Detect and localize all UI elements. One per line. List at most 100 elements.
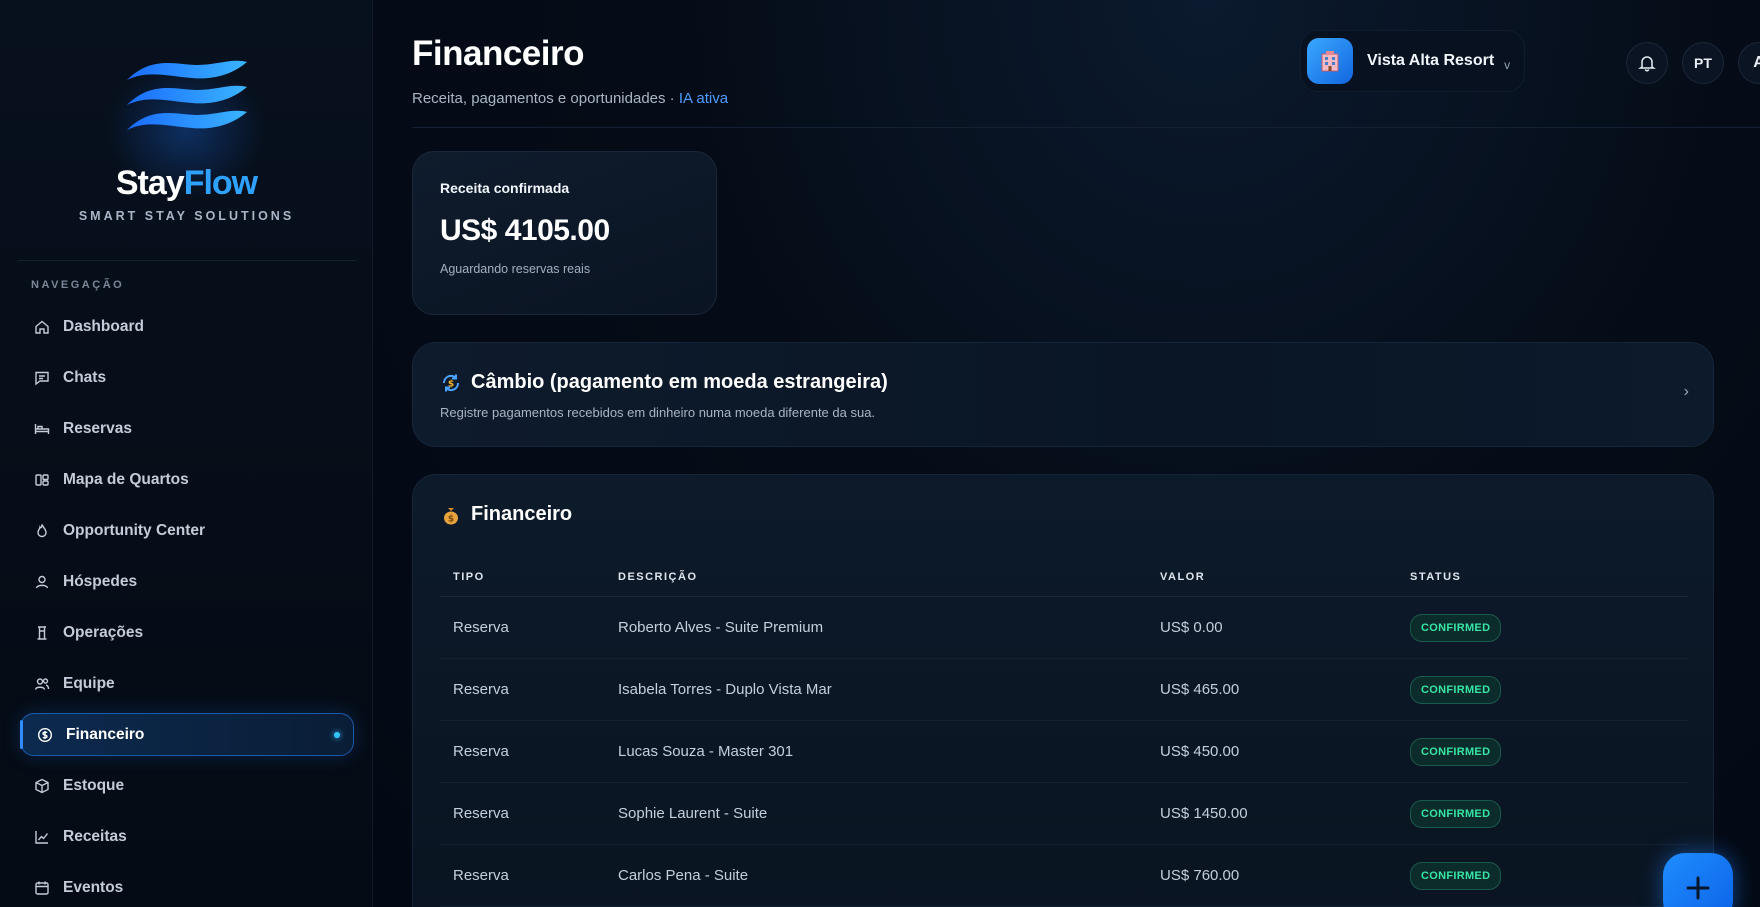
- sidebar-item-label: Receitas: [63, 827, 127, 845]
- status-badge: CONFIRMED: [1410, 675, 1502, 704]
- table-row[interactable]: Reserva Sophie Laurent - Suite US$ 1450.…: [440, 783, 1688, 845]
- language-button[interactable]: PT: [1682, 42, 1724, 84]
- avatar-initial: A: [1753, 54, 1760, 71]
- revenue-label: Receita confirmada: [440, 180, 570, 196]
- sidebar-item-label: Operações: [63, 623, 144, 641]
- sidebar-item-label: Estoque: [63, 776, 125, 794]
- brand-name: StayFlow: [0, 164, 373, 203]
- page-subtitle-text: Receita, pagamentos e oportunidades ·: [412, 90, 679, 107]
- table-row[interactable]: Reserva Isabela Torres - Duplo Vista Mar…: [440, 659, 1688, 721]
- sidebar-item-equipe[interactable]: Equipe: [20, 662, 354, 705]
- cell-valor: US$ 760.00: [1160, 867, 1240, 884]
- cell-tipo: Reserva: [453, 681, 509, 698]
- sidebar-item-label: Chats: [63, 368, 107, 386]
- sidebar: StayFlow SMART STAY SOLUTIONS NAVEGAÇÃO …: [0, 0, 373, 907]
- cell-descricao: Sophie Laurent - Suite: [618, 805, 768, 822]
- sidebar-item-label: Eventos: [63, 878, 124, 896]
- users-icon: [33, 675, 51, 693]
- column-header-tipo: TIPO: [453, 570, 485, 583]
- cell-status: CONFIRMED: [1410, 613, 1688, 642]
- sidebar-item-dashboard[interactable]: Dashboard: [20, 305, 354, 348]
- notifications-button[interactable]: [1626, 42, 1668, 84]
- table-row[interactable]: Reserva Roberto Alves - Suite Premium US…: [440, 597, 1688, 659]
- status-badge: CONFIRMED: [1410, 861, 1502, 890]
- bell-icon: [1638, 56, 1656, 72]
- sidebar-item-hospedes[interactable]: Hóspedes: [20, 560, 354, 603]
- brand-name-flow: Flow: [183, 164, 258, 202]
- cell-descricao: Carlos Pena - Suite: [618, 867, 749, 884]
- cell-tipo: Reserva: [453, 805, 509, 822]
- cell-descricao: Lucas Souza - Master 301: [618, 743, 794, 760]
- sidebar-item-label: Hóspedes: [63, 572, 138, 590]
- waves-logo-icon: [126, 60, 247, 130]
- status-badge: CONFIRMED: [1410, 613, 1502, 642]
- cell-status: CONFIRMED: [1410, 799, 1688, 828]
- sidebar-item-label: Financeiro: [66, 725, 145, 743]
- chat-icon: [33, 369, 51, 387]
- chevron-down-icon: v: [1504, 58, 1511, 72]
- column-header-status: STATUS: [1410, 570, 1462, 583]
- svg-text:$: $: [448, 379, 454, 389]
- svg-text:$: $: [448, 514, 454, 524]
- status-badge: CONFIRMED: [1410, 737, 1502, 766]
- table-row[interactable]: Reserva Lucas Souza - Master 301 US$ 450…: [440, 721, 1688, 783]
- cambio-title-text: Câmbio (pagamento em moeda estrangeira): [471, 371, 888, 393]
- revenue-value: US$ 4105.00: [440, 214, 610, 247]
- sidebar-item-estoque[interactable]: Estoque: [20, 764, 354, 807]
- active-indicator-dot: [334, 732, 340, 738]
- tower-icon: [33, 624, 51, 642]
- sidebar-item-chats[interactable]: Chats: [20, 356, 354, 399]
- sidebar-divider: [18, 260, 356, 261]
- cell-status: CONFIRMED: [1410, 675, 1688, 704]
- calendar-icon: [33, 879, 51, 897]
- flame-icon: [33, 522, 51, 540]
- plus-icon: [1686, 876, 1710, 900]
- language-label: PT: [1694, 55, 1712, 71]
- sidebar-item-mapa-de-quartos[interactable]: Mapa de Quartos: [20, 458, 354, 501]
- brand-tagline: SMART STAY SOLUTIONS: [78, 209, 295, 223]
- finance-title: $ Financeiro: [440, 503, 572, 526]
- finance-title-text: Financeiro: [471, 503, 573, 525]
- hotel-name: Vista Alta Resort: [1367, 52, 1495, 69]
- ai-status: IA ativa: [678, 90, 729, 107]
- user-icon: [33, 573, 51, 591]
- cell-valor: US$ 465.00: [1160, 681, 1240, 698]
- sidebar-item-label: Opportunity Center: [63, 521, 206, 539]
- cell-descricao: Isabela Torres - Duplo Vista Mar: [618, 681, 832, 698]
- sidebar-item-eventos[interactable]: Eventos: [20, 866, 354, 907]
- cell-valor: US$ 450.00: [1160, 743, 1240, 760]
- sidebar-item-financeiro[interactable]: Financeiro: [20, 713, 354, 756]
- hotel-selector[interactable]: Vista Alta Resort v: [1300, 30, 1525, 92]
- sidebar-item-opportunity-center[interactable]: Opportunity Center: [20, 509, 354, 552]
- sidebar-item-receitas[interactable]: Receitas: [20, 815, 354, 858]
- page-header: Financeiro Receita, pagamentos e oportun…: [412, 28, 1760, 128]
- sidebar-item-operacoes[interactable]: Operações: [20, 611, 354, 654]
- main-content: Financeiro Receita, pagamentos e oportun…: [373, 0, 1760, 907]
- cell-valor: US$ 0.00: [1160, 619, 1223, 636]
- cell-valor: US$ 1450.00: [1160, 805, 1248, 822]
- sidebar-item-reservas[interactable]: Reservas: [20, 407, 354, 450]
- finance-table: TIPO DESCRIÇÃO VALOR STATUS Reserva Robe…: [440, 557, 1688, 907]
- table-row[interactable]: Reserva Carlos Pena - Suite US$ 760.00 C…: [440, 845, 1688, 907]
- table-header: TIPO DESCRIÇÃO VALOR STATUS: [440, 557, 1688, 597]
- revenue-note: Aguardando reservas reais: [440, 262, 591, 276]
- finance-card: $ Financeiro TIPO DESCRIÇÃO VALOR STATUS…: [412, 474, 1714, 907]
- chart-line-icon: [33, 828, 51, 846]
- avatar[interactable]: A: [1738, 42, 1760, 84]
- revenue-card: Receita confirmada US$ 4105.00 Aguardand…: [412, 151, 717, 315]
- cambio-card[interactable]: $ Câmbio (pagamento em moeda estrangeira…: [412, 342, 1714, 447]
- layout-icon: [33, 471, 51, 489]
- nav-section-label: NAVEGAÇÃO: [31, 279, 125, 291]
- currency-exchange-icon: $: [440, 372, 462, 394]
- cell-descricao: Roberto Alves - Suite Premium: [618, 619, 824, 636]
- cell-tipo: Reserva: [453, 743, 509, 760]
- cell-tipo: Reserva: [453, 619, 509, 636]
- cell-status: CONFIRMED: [1410, 861, 1688, 890]
- add-button[interactable]: [1663, 853, 1733, 907]
- home-icon: [33, 318, 51, 336]
- brand-name-stay: Stay: [115, 164, 185, 202]
- column-header-descricao: DESCRIÇÃO: [618, 570, 698, 583]
- page-title: Financeiro: [412, 34, 584, 73]
- cambio-subtitle: Registre pagamentos recebidos em dinheir…: [440, 405, 876, 420]
- column-header-valor: VALOR: [1160, 570, 1206, 583]
